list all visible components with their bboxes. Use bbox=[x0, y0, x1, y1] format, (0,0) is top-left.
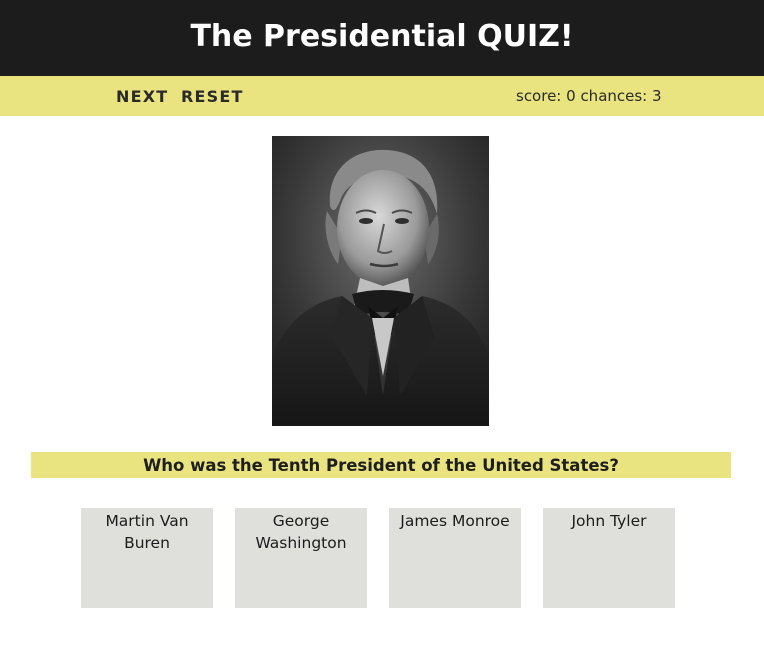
answer-option[interactable]: James Monroe bbox=[389, 508, 521, 608]
question-text: Who was the Tenth President of the Unite… bbox=[143, 455, 619, 475]
page-title: The Presidential QUIZ! bbox=[190, 18, 574, 54]
answer-option[interactable]: George Washington bbox=[235, 508, 367, 608]
reset-button[interactable]: RESET bbox=[181, 87, 244, 106]
toolbar: NEXT RESET score: 0 chances: 3 bbox=[0, 76, 764, 116]
portrait-image bbox=[272, 136, 489, 426]
header: The Presidential QUIZ! bbox=[0, 0, 764, 76]
score-status: score: 0 chances: 3 bbox=[516, 87, 662, 105]
answer-option[interactable]: John Tyler bbox=[543, 508, 675, 608]
quiz-page: The Presidential QUIZ! NEXT RESET score:… bbox=[0, 0, 764, 648]
president-portrait bbox=[272, 136, 489, 426]
answer-option[interactable]: Martin Van Buren bbox=[81, 508, 213, 608]
question-banner: Who was the Tenth President of the Unite… bbox=[31, 452, 731, 478]
next-button[interactable]: NEXT bbox=[116, 87, 168, 106]
